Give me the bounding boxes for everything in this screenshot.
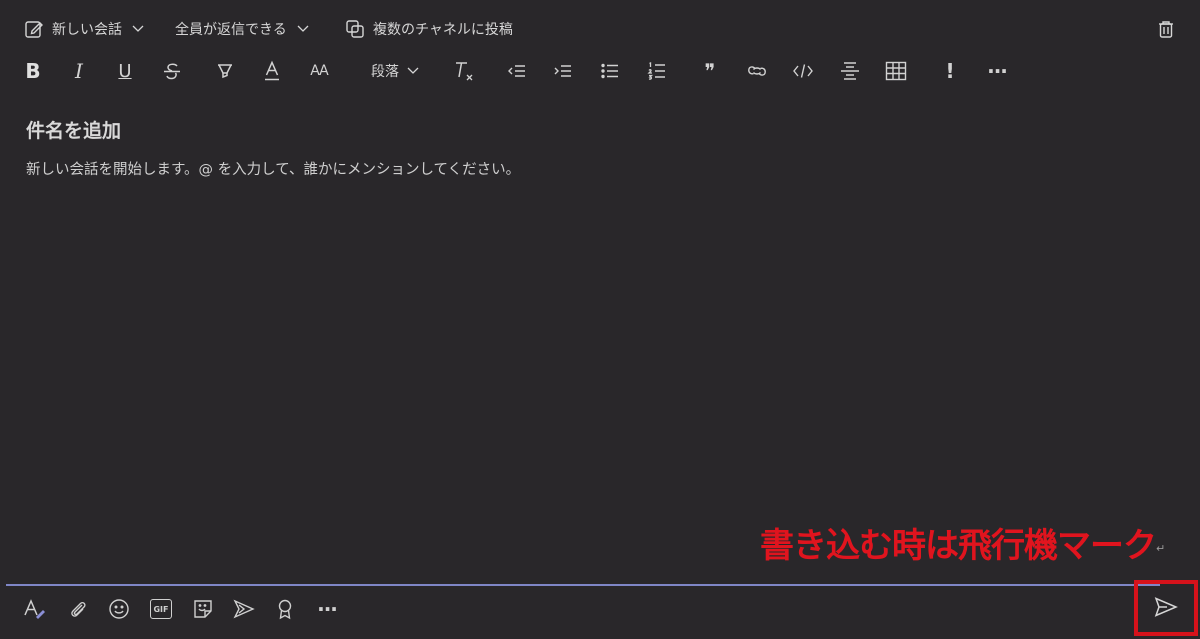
send-icon — [1154, 596, 1178, 622]
more-format-options-button[interactable]: ··· — [983, 52, 1011, 90]
code-snippet-button[interactable] — [791, 52, 815, 90]
quote-icon: ❞ — [704, 59, 716, 83]
link-icon — [746, 62, 768, 80]
post-multiple-channels-button[interactable]: 複数のチャネルに投稿 — [345, 19, 513, 39]
bulleted-list-button[interactable] — [598, 52, 622, 90]
code-snippet-icon — [792, 62, 814, 80]
bold-button[interactable]: B — [22, 52, 44, 90]
chevron-down-icon — [132, 25, 144, 33]
more-options-icon: ··· — [987, 59, 1008, 83]
new-conversation-dropdown[interactable]: 新しい会話 — [24, 19, 144, 39]
format-icon — [23, 598, 47, 620]
stream-icon — [232, 598, 256, 620]
compose-icon — [24, 19, 44, 39]
paragraph-label: 段落 — [371, 64, 399, 80]
trash-icon — [1157, 19, 1175, 39]
more-extensions-button[interactable]: ··· — [312, 594, 342, 624]
clear-formatting-button[interactable] — [452, 52, 476, 90]
italic-icon: I — [75, 59, 83, 83]
reply-permission-label: 全員が返信できる — [175, 22, 287, 38]
sticker-button[interactable] — [188, 594, 218, 624]
emoji-button[interactable] — [104, 594, 134, 624]
sticker-icon — [192, 598, 214, 620]
format-toolbar: B I U AA 段落 ❞ ! ··· — [0, 52, 1200, 90]
font-size-icon: AA — [310, 63, 329, 79]
message-body-input[interactable]: 新しい会話を開始します。@ を入力して、誰かにメンションしてください。 — [26, 158, 520, 179]
font-size-button[interactable]: AA — [306, 52, 332, 90]
highlight-button[interactable] — [213, 52, 237, 90]
praise-button[interactable] — [270, 594, 300, 624]
compose-window: 新しい会話 全員が返信できる 複数のチャネルに投稿 B I U AA 段落 ❞ … — [0, 0, 1200, 639]
numbered-list-icon — [647, 61, 667, 81]
horizontal-rule-button[interactable] — [838, 52, 862, 90]
post-multiple-channels-label: 複数のチャネルに投稿 — [373, 22, 513, 38]
quote-button[interactable]: ❞ — [698, 52, 722, 90]
mark-important-icon: ! — [945, 59, 955, 83]
compose-top-bar: 新しい会話 全員が返信できる 複数のチャネルに投稿 — [0, 12, 1200, 46]
gif-button[interactable]: GIF — [146, 594, 176, 624]
decrease-indent-icon — [507, 62, 527, 80]
emoji-icon — [108, 598, 130, 620]
italic-button[interactable]: I — [68, 52, 90, 90]
gif-icon: GIF — [150, 599, 172, 619]
strikethrough-icon — [162, 61, 182, 81]
underline-icon: U — [118, 60, 132, 82]
highlight-icon — [215, 61, 235, 81]
copy-channels-icon — [345, 19, 365, 39]
mark-important-button[interactable]: ! — [938, 52, 962, 90]
increase-indent-icon — [553, 62, 573, 80]
strikethrough-button[interactable] — [160, 52, 184, 90]
paragraph-dropdown[interactable]: 段落 — [366, 52, 424, 90]
send-button[interactable] — [1146, 592, 1186, 626]
chevron-down-icon — [297, 25, 309, 33]
editor-divider — [6, 584, 1160, 586]
annotation-text: 書き込む時は飛行機マーク — [760, 526, 1157, 566]
chevron-down-icon — [407, 67, 419, 75]
compose-extensions-bar: GIF ··· — [0, 588, 1200, 632]
clear-formatting-icon — [453, 60, 475, 82]
bulleted-list-icon — [600, 62, 620, 80]
font-color-button[interactable] — [260, 52, 284, 90]
increase-indent-button[interactable] — [551, 52, 575, 90]
reply-permission-dropdown[interactable]: 全員が返信できる — [175, 19, 309, 39]
praise-icon — [275, 598, 295, 620]
bold-icon: B — [25, 59, 41, 83]
decrease-indent-button[interactable] — [505, 52, 529, 90]
table-icon — [885, 61, 907, 81]
gif-label: GIF — [153, 604, 169, 614]
font-color-icon — [263, 60, 281, 82]
new-conversation-label: 新しい会話 — [52, 22, 122, 38]
attach-button[interactable] — [63, 594, 93, 624]
more-options-icon: ··· — [317, 597, 338, 621]
horizontal-rule-icon — [840, 60, 860, 82]
link-button[interactable] — [745, 52, 769, 90]
format-button[interactable] — [20, 594, 50, 624]
attach-icon — [68, 599, 88, 619]
underline-button[interactable]: U — [114, 52, 136, 90]
numbered-list-button[interactable] — [645, 52, 669, 90]
discard-button[interactable] — [1157, 19, 1175, 39]
table-button[interactable] — [884, 52, 908, 90]
return-mark: ↵ — [1156, 542, 1166, 555]
subject-input[interactable]: 件名を追加 — [26, 116, 121, 143]
stream-button[interactable] — [229, 594, 259, 624]
